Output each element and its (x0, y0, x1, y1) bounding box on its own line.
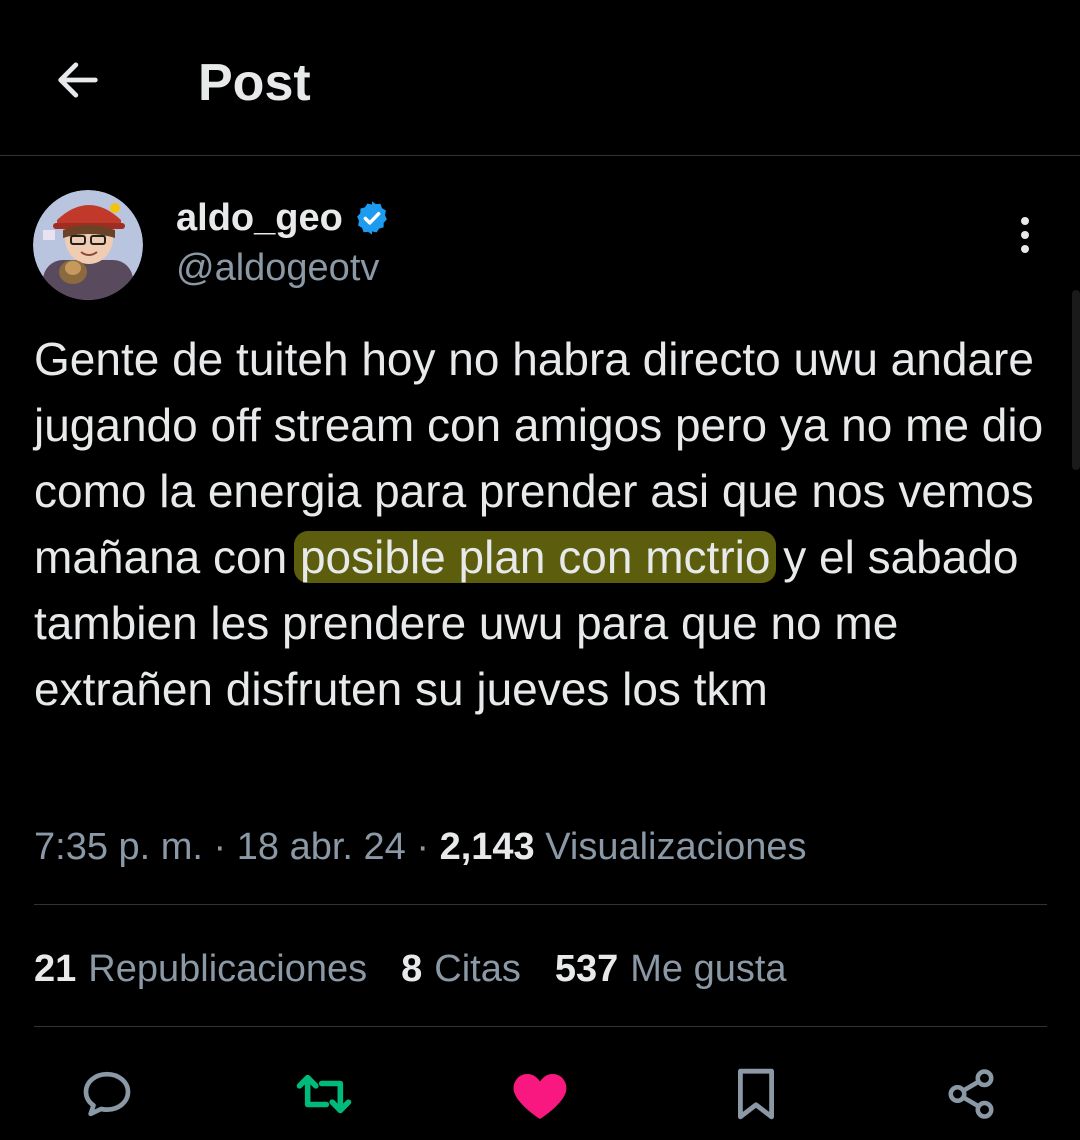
author-handle[interactable]: @aldogeotv (176, 245, 379, 291)
scrollbar[interactable] (1072, 290, 1080, 470)
arrow-left-icon (58, 62, 98, 98)
page-title: Post (198, 54, 311, 112)
quotes-label: Citas (434, 948, 521, 990)
share-icon (948, 1069, 994, 1119)
likes-stat[interactable]: 537 Me gusta (555, 944, 787, 994)
more-options-button[interactable] (1003, 210, 1047, 260)
reposts-count: 21 (34, 948, 77, 990)
post-date[interactable]: 18 abr. 24 (237, 826, 406, 868)
reposts-label: Republicaciones (88, 948, 368, 990)
post-stats: 21 Republicaciones 8 Citas 537 Me gusta (34, 944, 787, 994)
top-bar: Post (0, 0, 1080, 156)
views-label: Visualizaciones (545, 826, 807, 868)
share-button[interactable] (939, 1062, 1003, 1126)
repost-icon (296, 1074, 352, 1114)
quotes-count: 8 (401, 948, 423, 990)
divider (34, 904, 1047, 905)
bookmark-button[interactable] (724, 1062, 788, 1126)
post-text-highlight: posible plan con mctrio (293, 531, 777, 583)
likes-label: Me gusta (630, 948, 787, 990)
more-vertical-icon (1021, 217, 1029, 253)
heart-icon (513, 1074, 567, 1119)
reply-button[interactable] (75, 1062, 139, 1126)
meta-separator: · (213, 826, 227, 868)
meta-separator: · (416, 826, 430, 868)
reposts-stat[interactable]: 21 Republicaciones (34, 944, 367, 994)
likes-count: 537 (554, 948, 619, 990)
post-time[interactable]: 7:35 p. m. (34, 826, 203, 868)
author-display-name-row[interactable]: aldo_geo (176, 195, 391, 241)
post-text: Gente de tuiteh hoy no habra directo uwu… (34, 326, 1044, 722)
verified-badge-icon (356, 201, 387, 235)
author-display-name[interactable]: aldo_geo (176, 195, 343, 241)
like-button[interactable] (508, 1062, 572, 1126)
avatar[interactable] (33, 190, 143, 300)
bookmark-icon (738, 1068, 774, 1120)
views-count: 2,143 (439, 826, 535, 868)
quotes-stat[interactable]: 8 Citas (401, 944, 521, 994)
back-button[interactable] (48, 50, 108, 110)
post-meta: 7:35 p. m. · 18 abr. 24 · 2,143 Visualiz… (34, 822, 806, 872)
divider (34, 1026, 1047, 1027)
reply-icon (83, 1071, 131, 1117)
repost-button[interactable] (292, 1062, 356, 1126)
